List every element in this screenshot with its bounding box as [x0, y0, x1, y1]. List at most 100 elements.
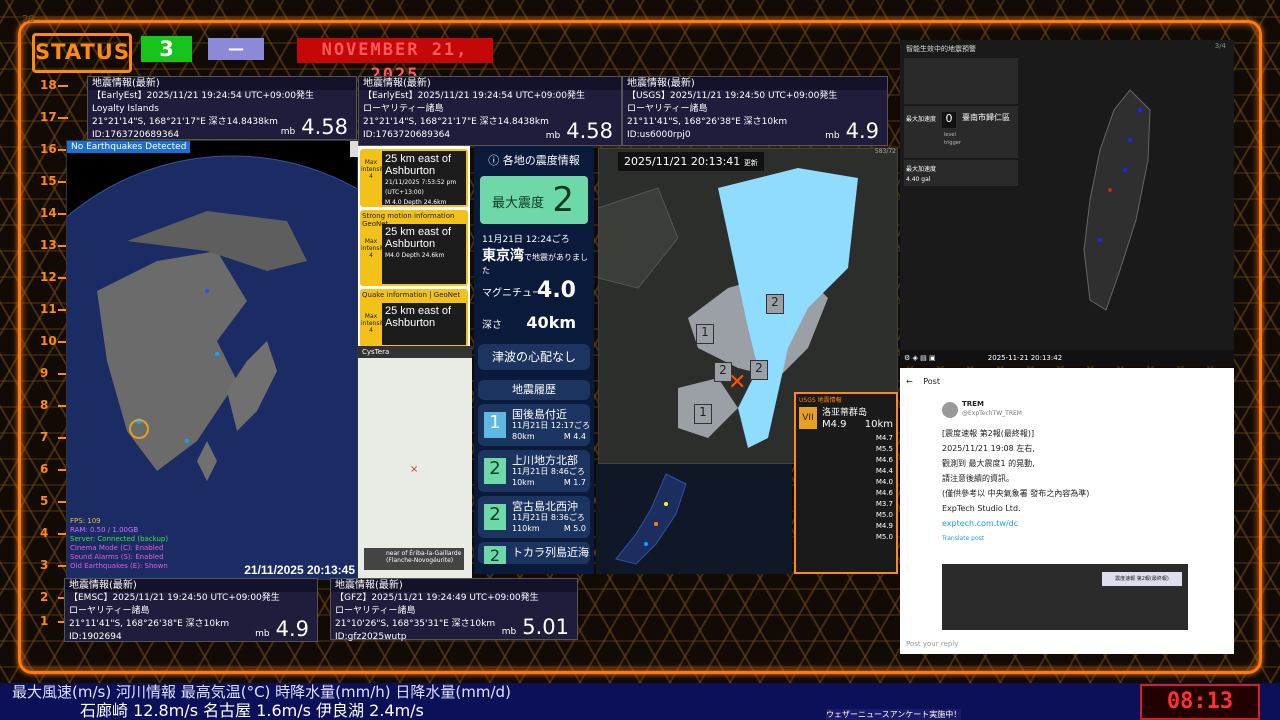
quake-panel-emsc: 地震情報(最新) 【EMSC】2025/11/21 19:24:50 UTC+0…: [64, 578, 318, 642]
mag-row: マグニチュード 4.0: [482, 278, 586, 308]
shindo-marker: 1: [696, 324, 714, 344]
quake-mb-label: mb: [280, 127, 296, 137]
ruler-tick: 15: [40, 174, 68, 188]
card-meta: Strong motion information GeoNet: [362, 212, 455, 228]
cystera-place-a: near of Ériba-la-Gaillarde: [386, 550, 462, 557]
ruler-tick: 17: [40, 110, 68, 124]
tw-toolbar: ⚙ ◈ ▤ ▣ 2025-11-21 20:13:42: [900, 350, 1234, 366]
jp-place: 東京湾: [482, 248, 524, 264]
globe-svg: [67, 155, 357, 579]
quake-panel-usgs: 地震情報(最新) 【USGS】2025/11/21 19:24:50 UTC+0…: [622, 76, 888, 146]
usgs-max: VII: [799, 407, 817, 429]
stat-fps: FPS: 109: [70, 517, 101, 525]
stat-ram: RAM: 0.50 / 1.00GB: [70, 526, 139, 534]
usgs-row: M4.6: [875, 456, 893, 464]
history-time: 11月21日 12:17ごろ: [512, 421, 590, 430]
reply-input[interactable]: Post your reply: [906, 640, 958, 648]
usgs-place: 洛亚蒂群岛: [822, 408, 868, 418]
quake-magnitude: 5.01: [522, 615, 569, 639]
max-shindo-label: 最大震度: [492, 196, 545, 211]
post-header: Post: [923, 377, 940, 386]
ruler-tick: 10: [40, 334, 68, 348]
ticker-top: 最大風速(m/s) 河川情報 最高気温(°C) 時降水量(mm/h) 日降水量(…: [12, 683, 511, 701]
history-item[interactable]: 1 国後島付近 11月21日 12:17ごろ 80km M 4.4: [478, 404, 590, 446]
status-label: STATUS: [32, 33, 132, 73]
history-depth: 10km: [512, 478, 535, 487]
quake-panel-gfz: 地震情報(最新) 【GFZ】2025/11/21 19:24:49 UTC+09…: [330, 578, 578, 642]
map-timestamp: 2025/11/21 20:13:41 更新: [618, 152, 764, 171]
quake-card[interactable]: 25 km east of Ashburton Quake information…: [360, 289, 468, 346]
post-line: [震度速報 第2報(最終報)]: [942, 429, 1035, 438]
globe-view[interactable]: No Earthquakes Detected FPS: 109 RAM: 0.…: [66, 140, 358, 580]
quake-source: 【EarlyEst】2025/11/21 19:24:54 UTC+09:00発…: [363, 91, 585, 101]
globe-scrollbar[interactable]: [350, 141, 358, 157]
ticker-right: ウェザーニュースアンケート実施中！: [826, 709, 962, 720]
depth-value: 40km: [526, 313, 576, 332]
history-mag: M 4.4: [563, 432, 586, 441]
shindo-marker: 1: [694, 404, 712, 424]
tw-timestamp: 2025-11-21 20:13:42: [987, 354, 1063, 362]
post-card-title: 震度速報 第2報(最終報): [1102, 572, 1182, 586]
max-shindo-value: 2: [552, 180, 574, 220]
jp-time: 11月21日 12:24ごろ: [482, 235, 570, 245]
quake-mb-label: mb: [545, 131, 561, 141]
quake-panel-earlyest-jp: 地震情報(最新) 【EarlyEst】2025/11/21 19:24:54 U…: [358, 76, 622, 146]
stat-sound: Sound Alarms (S): Enabled: [70, 553, 164, 561]
shindo-marker: 2: [766, 294, 784, 314]
quake-place: ローヤリティー諸島: [627, 104, 708, 114]
post-line: 2025/11/21 19:08 左右,: [942, 444, 1035, 453]
usgs-rows: M4.7 M5.5 M4.6 M4.4 M4.0 M4.6 M3.7 M5.0 M4.9 M5.0: [796, 433, 896, 543]
avatar[interactable]: [942, 402, 958, 418]
ruler-tick: 7: [40, 430, 68, 444]
max-shindo-box: 最大震度 2: [480, 176, 588, 224]
quake-card[interactable]: 25 km east of Ashburton M4.0 Depth 24.6km…: [360, 210, 468, 286]
taiwan-map-svg: [1083, 89, 1151, 311]
translate-link[interactable]: Translate post: [942, 531, 1089, 546]
tw-max-value: 0: [942, 112, 956, 128]
cystera-map[interactable]: CysTera × near of Ériba-la-Gaillarde (Fl…: [358, 346, 472, 578]
post-image[interactable]: 震度速報 第2報(最終報): [942, 564, 1188, 630]
history-item[interactable]: 2 トカラ列島近海: [478, 542, 590, 564]
stat-old: Old Earthquakes (E): Shown: [70, 562, 168, 570]
quake-header: 地震情報(最新): [359, 77, 621, 90]
usgs-mag: M4.9: [822, 419, 847, 430]
tw-trigger-label: trigger: [944, 140, 961, 146]
quake-mb-label: mb: [825, 131, 840, 141]
epicenter-icon: ✕: [728, 370, 747, 395]
card-meta: Quake information | GeoNet: [362, 291, 461, 299]
quake-source: 【USGS】2025/11/21 19:24:50 UTC+09:00発生: [627, 91, 838, 101]
history-item[interactable]: 2 上川地方北部 11月21日 8:46ごろ 10km M 1.7: [478, 450, 590, 492]
post-link[interactable]: exptech.com.tw/dc: [942, 516, 1089, 531]
ruler-tick: 16: [40, 142, 68, 156]
history-depth: 110km: [512, 524, 540, 533]
tw-pga-value: 4.40 gal: [906, 176, 931, 183]
quake-header: 地震情報(最新): [88, 77, 356, 90]
usgs-row: M5.0: [875, 533, 893, 541]
history-shindo: 2: [484, 546, 506, 564]
map-time: 2025/11/21 20:13:41: [624, 155, 741, 168]
tsunami-status: 津波の心配なし: [478, 344, 590, 370]
usgs-row: M4.7: [875, 434, 893, 442]
nied-map[interactable]: [596, 464, 792, 574]
usgs-list: USGS 地震情報 VII 洛亚蒂群岛 M4.9 10km M4.7 M5.5 M4…: [794, 392, 898, 574]
history-time: 11月21日 8:46ごろ: [512, 467, 585, 476]
usgs-summary: VII 洛亚蒂群岛 M4.9 10km: [796, 405, 896, 433]
quake-header: 地震情報(最新): [65, 579, 317, 592]
map-update: 更新: [743, 159, 758, 167]
card-intensity: Max intensity 4: [361, 313, 388, 334]
tw-counter: 3/4: [1214, 42, 1226, 50]
quake-card[interactable]: 25 km east of Ashburton 21/11/2025 7:53:5…: [360, 149, 468, 207]
quake-source: 【EarlyEst】2025/11/21 19:24:54 UTC+09:00発…: [92, 91, 314, 101]
history-item[interactable]: 2 宮古島北西沖 11月21日 8:36ごろ 110km M 5.0: [478, 496, 590, 538]
nied-map-svg: [615, 473, 687, 565]
gear-icon[interactable]: ⚙ ◈ ▤ ▣: [904, 354, 936, 362]
history-list: 1 国後島付近 11月21日 12:17ごろ 80km M 4.4 2 上川地方北部 11月…: [474, 404, 594, 564]
ruler-tick: 8: [40, 398, 68, 412]
left-ruler: 18 17 16 15 14 13 12 11 10 9 8 7 6 5 4 3…: [40, 78, 68, 638]
quake-magnitude: 4.58: [566, 119, 613, 143]
quake-source: 【EMSC】2025/11/21 19:24:50 UTC+09:00発生: [69, 593, 280, 603]
history-place: トカラ列島近海: [512, 546, 589, 559]
history-shindo: 2: [484, 458, 506, 484]
back-arrow-icon[interactable]: ←: [906, 377, 913, 386]
post-line: 觀測到 最大震度1 的晃動,: [942, 459, 1035, 468]
